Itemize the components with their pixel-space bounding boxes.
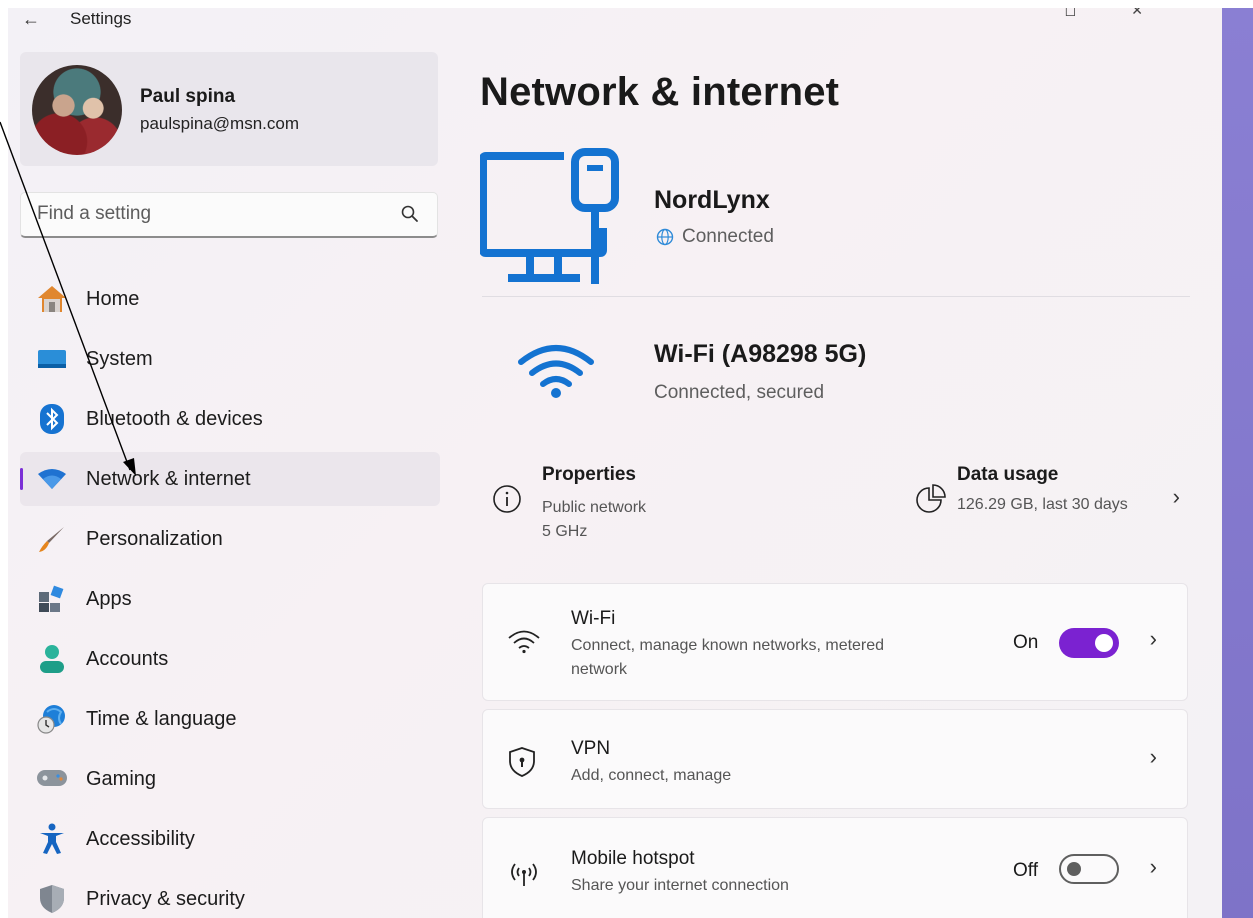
properties-link[interactable]: Properties Public network 5 GHz	[480, 460, 780, 560]
wifi-connection-status: Connected, secured	[654, 382, 825, 403]
wifi-connection-name: Wi-Fi (A98298 5G)	[654, 340, 867, 368]
search-box[interactable]	[20, 192, 438, 238]
wifi-settings-card[interactable]: Wi-Fi Connect, manage known networks, me…	[482, 583, 1188, 701]
network-type: Public network	[542, 499, 647, 516]
divider	[482, 296, 1190, 297]
sidebar-item-apps[interactable]: Apps	[20, 572, 440, 626]
wifi-toggle-label: On	[1013, 632, 1039, 653]
card-subtitle-line: Connect, manage known networks, metered	[571, 637, 885, 654]
card-subtitle: Connect, manage known networks, metered …	[571, 634, 884, 682]
avatar	[32, 65, 122, 155]
title-bar: ← Settings	[22, 8, 131, 30]
vpn-connection-name: NordLynx	[654, 186, 770, 214]
vpn-status-text: Connected	[682, 226, 774, 247]
profile-email: paulspina@msn.com	[140, 114, 299, 133]
accessibility-icon	[34, 821, 70, 857]
vpn-computer-icon	[480, 148, 619, 284]
card-subtitle: Add, connect, manage	[571, 767, 732, 784]
gaming-icon	[34, 761, 70, 797]
hotspot-toggle[interactable]	[1059, 854, 1119, 884]
hotspot-toggle-label: Off	[1013, 860, 1038, 881]
system-icon	[34, 341, 70, 377]
sidebar-item-label: Home	[86, 287, 140, 310]
sidebar-item-label: Accessibility	[86, 827, 195, 850]
sidebar-item-label: Network & internet	[86, 467, 251, 490]
back-arrow-icon[interactable]: ←	[22, 9, 52, 30]
sidebar-item-label: Accounts	[86, 647, 169, 670]
vpn-connection-hero: NordLynx Connected	[480, 146, 1190, 298]
sidebar-item-label: Bluetooth & devices	[86, 407, 263, 430]
data-usage-value: 126.29 GB, last 30 days	[957, 496, 1128, 513]
chevron-right-icon: ›	[1172, 484, 1180, 509]
sidebar-item-time-language[interactable]: Time & language	[20, 692, 440, 746]
card-title: VPN	[571, 738, 611, 759]
wifi-icon	[508, 630, 540, 654]
sidebar-item-label: Privacy & security	[86, 887, 245, 910]
sidebar-item-label: Apps	[86, 587, 132, 610]
apps-icon	[34, 581, 70, 617]
chevron-right-icon: ›	[1149, 626, 1157, 651]
page-title: Network & internet	[480, 70, 840, 114]
profile-name: Paul spina	[140, 86, 236, 107]
wifi-connection-hero: Wi-Fi (A98298 5G) Connected, secured	[480, 328, 1190, 428]
sidebar-item-gaming[interactable]: Gaming	[20, 752, 440, 806]
data-usage-title: Data usage	[957, 464, 1059, 485]
desktop-background-strip	[1222, 8, 1253, 918]
bluetooth-icon	[34, 401, 70, 437]
settings-window: ← Settings ◻✕ Paul spina paulspina@msn.c…	[8, 8, 1222, 918]
time-language-icon	[34, 701, 70, 737]
network-band: 5 GHz	[542, 523, 588, 540]
wifi-toggle[interactable]	[1059, 628, 1119, 658]
vpn-connection-status: Connected	[656, 226, 774, 248]
card-title: Wi-Fi	[571, 608, 616, 629]
shield-lock-icon	[509, 747, 535, 777]
pie-chart-icon	[916, 484, 946, 513]
mobile-hotspot-card[interactable]: Mobile hotspot Share your internet conne…	[482, 817, 1188, 918]
sidebar-item-label: Time & language	[86, 707, 237, 730]
sidebar-item-accessibility[interactable]: Accessibility	[20, 812, 440, 866]
sidebar-item-label: Personalization	[86, 527, 223, 550]
wifi-signal-icon	[518, 345, 594, 398]
properties-details: Public network 5 GHz	[542, 496, 646, 544]
properties-section: Properties Public network 5 GHz Data usa…	[480, 460, 1190, 560]
chevron-right-icon: ›	[1149, 744, 1157, 769]
sidebar-item-home[interactable]: Home	[20, 272, 440, 326]
app-title: Settings	[70, 9, 132, 28]
info-icon	[493, 485, 521, 513]
globe-icon	[656, 228, 674, 246]
profile-card[interactable]: Paul spina paulspina@msn.com	[20, 52, 438, 166]
sidebar-item-label: System	[86, 347, 153, 370]
search-input[interactable]	[21, 193, 381, 235]
hotspot-icon	[511, 863, 537, 886]
card-subtitle-line: network	[571, 661, 628, 678]
brush-icon	[34, 521, 70, 557]
sidebar-item-network[interactable]: Network & internet	[20, 452, 440, 506]
home-icon	[34, 281, 70, 317]
data-usage-link[interactable]: Data usage 126.29 GB, last 30 days ›	[900, 460, 1190, 530]
sidebar-item-personalization[interactable]: Personalization	[20, 512, 440, 566]
card-subtitle: Share your internet connection	[571, 877, 789, 894]
sidebar-item-privacy[interactable]: Privacy & security	[20, 872, 440, 918]
properties-title: Properties	[542, 464, 636, 485]
sidebar-nav: Home System Bluetooth & devices Network …	[20, 272, 440, 918]
accounts-icon	[34, 641, 70, 677]
window-controls[interactable]: ◻✕	[1065, 8, 1198, 19]
sidebar-item-bluetooth[interactable]: Bluetooth & devices	[20, 392, 440, 446]
sidebar-item-label: Gaming	[86, 767, 157, 790]
card-title: Mobile hotspot	[571, 848, 695, 869]
vpn-settings-card[interactable]: VPN Add, connect, manage ›	[482, 709, 1188, 809]
chevron-right-icon: ›	[1149, 854, 1157, 879]
shield-icon	[34, 881, 70, 917]
sidebar-item-system[interactable]: System	[20, 332, 440, 386]
sidebar-item-accounts[interactable]: Accounts	[20, 632, 440, 686]
wifi-icon	[34, 461, 70, 497]
search-icon[interactable]	[401, 205, 419, 223]
